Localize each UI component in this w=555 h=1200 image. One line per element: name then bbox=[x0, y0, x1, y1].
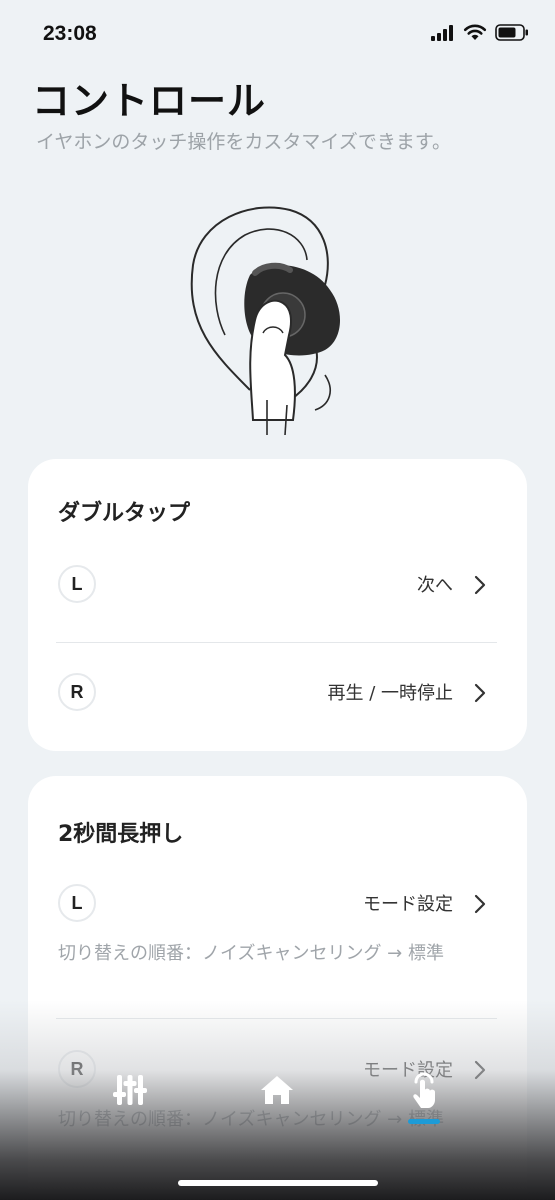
double-tap-right-value: 再生 / 一時停止 bbox=[327, 683, 453, 704]
tab-equalizer[interactable] bbox=[100, 1060, 160, 1120]
cellular-signal-icon bbox=[431, 24, 453, 41]
double-tap-left-row[interactable]: L 次へ bbox=[28, 557, 527, 617]
chevron-right-icon bbox=[474, 575, 486, 595]
left-earbud-badge: L bbox=[58, 884, 96, 922]
page-subtitle: イヤホンのタッチ操作をカスタマイズできます。 bbox=[36, 131, 451, 153]
status-bar: 23:08 bbox=[0, 0, 555, 70]
touch-control-icon bbox=[413, 1072, 435, 1108]
long-press-title: 2秒間長押し bbox=[58, 822, 184, 847]
tab-bar bbox=[0, 1050, 555, 1150]
double-tap-left-value: 次へ bbox=[417, 575, 453, 596]
equalizer-icon bbox=[113, 1075, 147, 1105]
double-tap-card: ダブルタップ L 次へ R 再生 / 一時停止 bbox=[28, 459, 527, 751]
home-indicator bbox=[178, 1180, 378, 1186]
long-press-left-note: 切り替えの順番：ノイズキャンセリング → 標準 bbox=[58, 943, 444, 964]
long-press-left-row[interactable]: L モード設定 bbox=[28, 876, 527, 936]
double-tap-title: ダブルタップ bbox=[58, 501, 191, 526]
selected-tab-indicator bbox=[408, 1119, 440, 1124]
divider bbox=[56, 642, 497, 643]
tab-home[interactable] bbox=[247, 1060, 307, 1120]
right-earbud-badge: R bbox=[58, 673, 96, 711]
status-time: 23:08 bbox=[43, 22, 97, 45]
left-earbud-badge: L bbox=[58, 565, 96, 603]
double-tap-right-row[interactable]: R 再生 / 一時停止 bbox=[28, 665, 527, 725]
page-title: コントロール bbox=[32, 79, 267, 123]
wifi-icon bbox=[463, 24, 487, 40]
chevron-right-icon bbox=[474, 894, 486, 914]
long-press-left-value: モード設定 bbox=[363, 894, 453, 915]
divider bbox=[56, 1018, 497, 1019]
status-icons bbox=[431, 24, 529, 41]
battery-icon bbox=[495, 24, 528, 41]
tab-touch-control[interactable] bbox=[394, 1060, 454, 1120]
home-icon bbox=[261, 1076, 293, 1104]
chevron-right-icon bbox=[474, 683, 486, 703]
earbud-touch-illustration bbox=[155, 195, 400, 435]
